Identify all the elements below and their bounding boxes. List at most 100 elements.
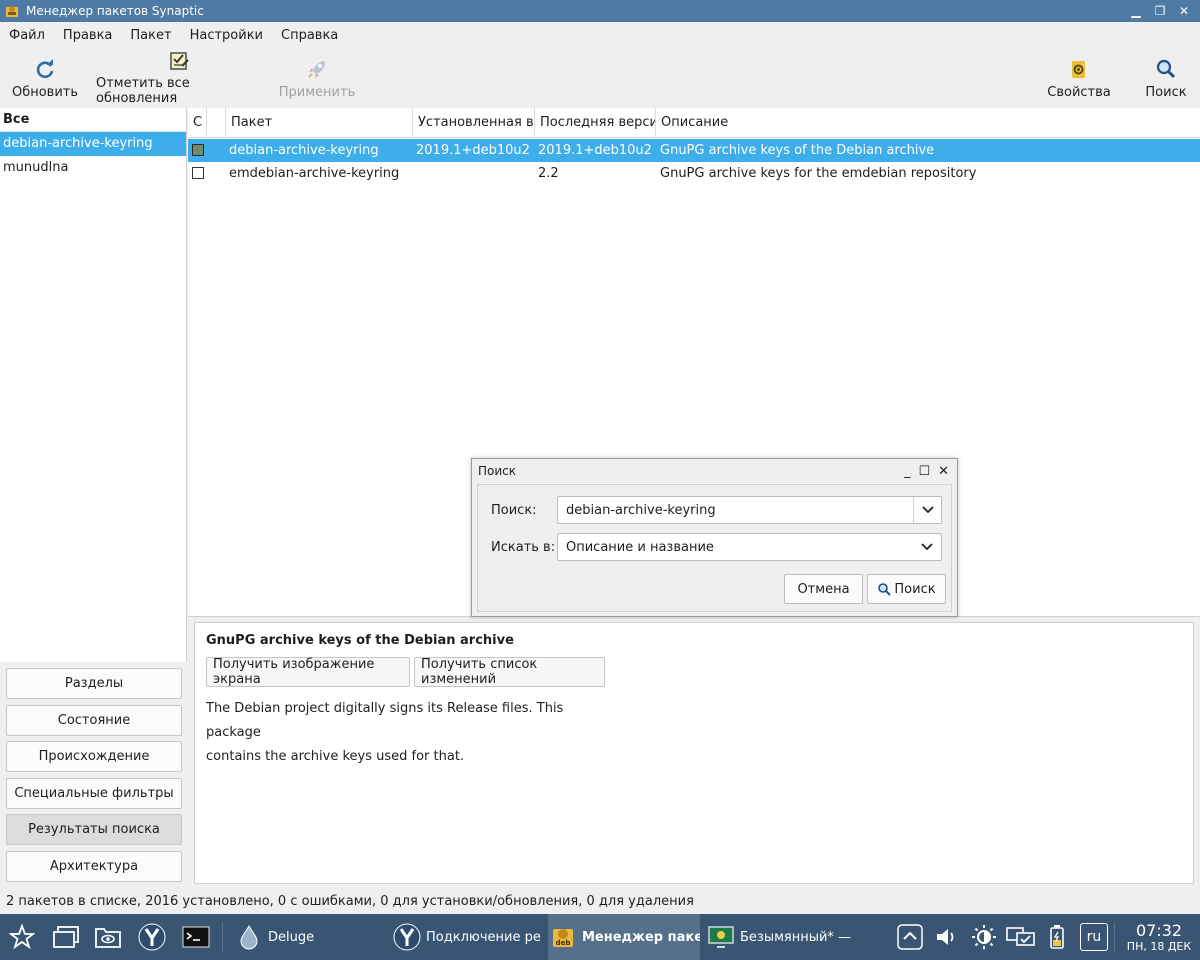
brightness-icon[interactable] (968, 914, 1000, 960)
installed-version: 2019.1+deb10u2 (416, 143, 530, 158)
installed-checkbox[interactable] (192, 144, 204, 156)
task-remote-connection[interactable]: Подключение ре... (392, 914, 542, 960)
search-input[interactable]: debian-archive-keyring (557, 496, 942, 524)
close-icon[interactable]: ✕ (1174, 2, 1194, 20)
terminal-icon[interactable] (178, 914, 214, 960)
chevron-down-icon (913, 534, 941, 560)
taskbar-separator (222, 922, 223, 952)
search-dialog: Поиск _ ☐ ✕ Поиск: debian-archive-keyrin… (471, 458, 958, 617)
mark-all-label: Отметить все обновления (96, 76, 190, 106)
column-installed-version[interactable]: Установленная вер (413, 108, 535, 138)
keyboard-layout-label: ru (1080, 923, 1108, 951)
cancel-button[interactable]: Отмена (784, 574, 863, 604)
tray-expand-icon[interactable] (894, 914, 926, 960)
taskbar-separator (1114, 922, 1115, 952)
task-untitled[interactable]: Безымянный* — ... (706, 914, 856, 960)
filter-item[interactable]: debian-archive-keyring (0, 132, 186, 156)
get-screenshot-button[interactable]: Получить изображение экрана (206, 657, 410, 687)
package-checkbox[interactable] (192, 167, 204, 179)
look-in-select[interactable]: Описание и название (557, 533, 942, 561)
reload-icon (34, 55, 56, 83)
dialog-title: Поиск (478, 464, 517, 478)
display-icon (706, 922, 736, 952)
dialog-body: Поиск: debian-archive-keyring Искать в: … (477, 484, 952, 612)
menu-file[interactable]: Файл (0, 28, 54, 43)
minimize-icon[interactable]: ▁ (1126, 2, 1146, 20)
filter-list: Все debian-archive-keyring munudlna (0, 108, 187, 662)
latest-version: 2019.1+deb10u2 (538, 143, 652, 158)
properties-button[interactable]: Свойства (1044, 48, 1114, 106)
latest-version: 2.2 (538, 166, 559, 181)
look-in-label: Искать в: (491, 540, 556, 555)
search-label: Поиск (1145, 84, 1187, 100)
column-package[interactable]: Пакет (226, 108, 413, 138)
task-label: Безымянный* — ... (740, 929, 856, 945)
search-results-button[interactable]: Результаты поиска (6, 814, 182, 845)
status-button[interactable]: Состояние (6, 704, 182, 736)
file-manager-icon[interactable] (90, 914, 126, 960)
battery-icon[interactable] (1042, 914, 1072, 960)
origin-button[interactable]: Происхождение (6, 741, 182, 772)
task-label: Подключение ре... (426, 929, 542, 945)
window-title: Менеджер пакетов Synaptic (26, 4, 204, 18)
table-row[interactable]: emdebian-archive-keyring 2.2 GnuPG archi… (188, 162, 1200, 185)
checklist-icon (168, 48, 190, 74)
synaptic-icon: deb (548, 922, 578, 952)
menu-settings[interactable]: Настройки (181, 28, 272, 43)
search-icon (1155, 55, 1177, 83)
dialog-titlebar: Поиск _ ☐ ✕ (472, 459, 957, 483)
clock-time: 07:32 (1135, 921, 1183, 940)
reload-button[interactable]: Обновить (10, 48, 80, 106)
filter-item[interactable]: munudlna (0, 156, 186, 180)
mark-all-upgrades-button[interactable]: Отметить все обновления (96, 48, 262, 106)
column-status[interactable]: С (188, 108, 207, 138)
clock-date: ПН, 18 ДЕК (1126, 940, 1192, 953)
menubar: Файл Правка Пакет Настройки Справка (0, 22, 1200, 48)
filter-list-header[interactable]: Все (0, 108, 186, 132)
synaptic-icon (4, 3, 20, 19)
toolbar: Обновить Отметить все обновления Примени… (0, 48, 1200, 106)
search-input-value: debian-archive-keyring (566, 502, 716, 518)
menu-package[interactable]: Пакет (121, 28, 180, 43)
custom-filters-button[interactable]: Специальные фильтры (6, 777, 182, 809)
details-description: The Debian project digitally signs its R… (206, 697, 586, 769)
menu-edit[interactable]: Правка (54, 28, 121, 43)
volume-icon[interactable] (930, 914, 962, 960)
search-button[interactable]: Поиск (1136, 48, 1196, 106)
status-bar: 2 пакетов в списке, 2016 установлено, 0 … (0, 890, 1200, 914)
start-menu-icon[interactable] (4, 914, 40, 960)
show-windows-icon[interactable] (48, 914, 84, 960)
apply-label: Применить (278, 84, 356, 100)
network-icon[interactable] (1004, 914, 1038, 960)
get-changelog-button[interactable]: Получить список изменений (414, 657, 605, 687)
maximize-icon[interactable]: ☐ (918, 464, 930, 479)
window-titlebar: Менеджер пакетов Synaptic ▁ ❐ ✕ (0, 0, 1200, 22)
menu-help[interactable]: Справка (272, 28, 347, 43)
clock[interactable]: 07:32 ПН, 18 ДЕК (1118, 914, 1200, 960)
close-icon[interactable]: ✕ (938, 464, 949, 479)
yandex-browser-icon (392, 922, 422, 952)
column-latest-version[interactable]: Последняя версия (535, 108, 656, 138)
task-deluge[interactable]: Deluge (234, 914, 384, 960)
deluge-icon (234, 922, 264, 952)
table-row[interactable]: debian-archive-keyring 2019.1+deb10u2 20… (188, 139, 1200, 162)
apply-button[interactable]: Применить (278, 48, 356, 106)
sections-button[interactable]: Разделы (6, 668, 182, 699)
svg-text:deb: deb (556, 939, 571, 947)
minimize-icon[interactable]: _ (904, 464, 911, 479)
column-header-row: С Пакет Установленная вер Последняя верс… (188, 108, 1200, 138)
maximize-icon[interactable]: ❐ (1150, 2, 1170, 20)
column-support[interactable] (207, 108, 226, 138)
task-label: Deluge (268, 929, 315, 945)
filter-buttons: Разделы Состояние Происхождение Специаль… (6, 668, 182, 887)
dialog-search-button[interactable]: Поиск (867, 574, 946, 604)
keyboard-layout-indicator[interactable]: ru (1078, 914, 1110, 960)
package-name: debian-archive-keyring (229, 143, 379, 158)
architecture-button[interactable]: Архитектура (6, 850, 182, 882)
rocket-icon (306, 55, 328, 83)
package-description: GnuPG archive keys of the Debian archive (660, 143, 935, 158)
chevron-down-icon[interactable] (913, 497, 941, 523)
task-synaptic[interactable]: deb Менеджер паке... (548, 914, 700, 960)
column-description[interactable]: Описание (656, 108, 1200, 138)
yandex-browser-icon[interactable] (134, 914, 170, 960)
